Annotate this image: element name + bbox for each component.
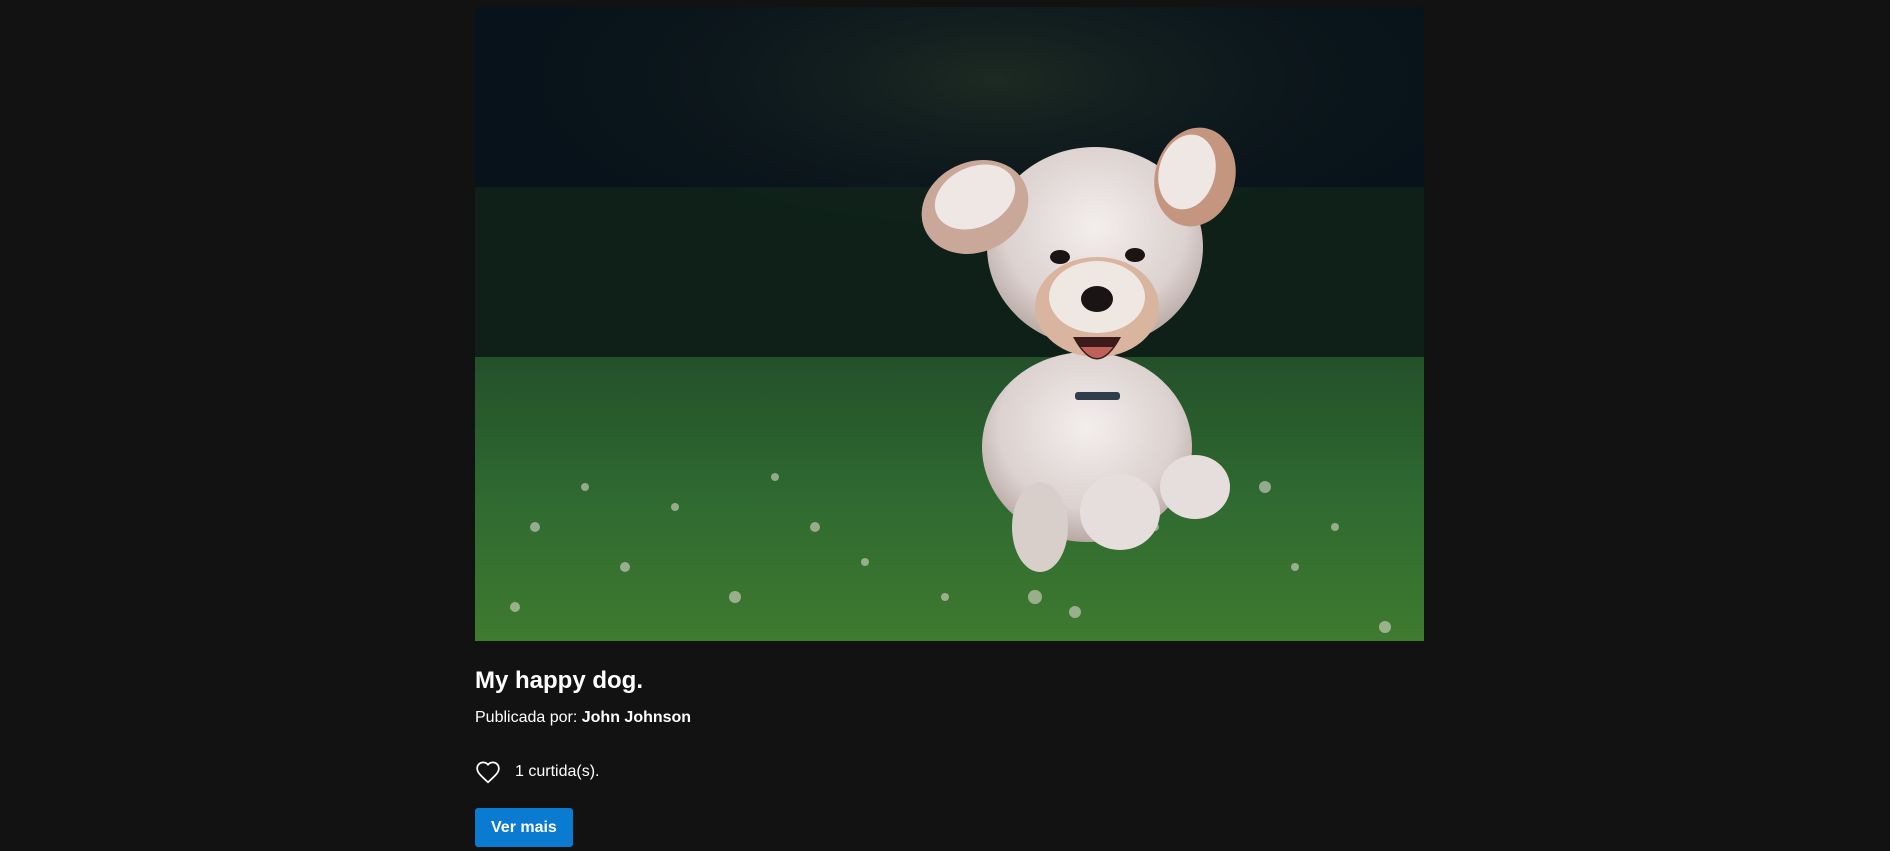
post-title: My happy dog. bbox=[475, 667, 643, 694]
heart-outline-icon[interactable] bbox=[475, 759, 501, 785]
author-name: John Johnson bbox=[581, 709, 692, 726]
likes-count: 1 curtida(s). bbox=[515, 763, 600, 780]
post-card: My happy dog. Publicada por: John Johnso… bbox=[475, 7, 1424, 847]
published-by: Publicada por: John Johnson bbox=[475, 708, 1424, 728]
see-more-button[interactable]: Ver mais bbox=[475, 808, 573, 847]
likes-row: 1 curtida(s). bbox=[475, 758, 1424, 786]
dog-photo-illustration bbox=[475, 7, 1424, 641]
post-photo bbox=[475, 7, 1424, 641]
published-by-label: Publicada por: bbox=[475, 709, 578, 726]
